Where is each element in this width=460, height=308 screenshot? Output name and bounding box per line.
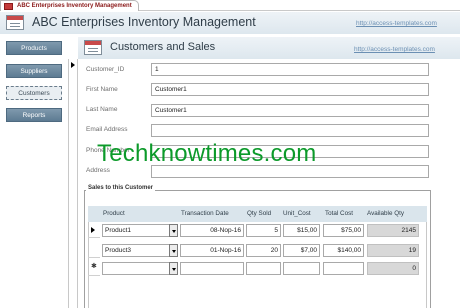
form-header: Customers and Sales http://access-templa… <box>78 37 460 59</box>
watermark-text: Techknowtimes.com <box>97 140 317 167</box>
qty-sold-cell[interactable]: 5 <box>246 224 281 237</box>
transaction-date-cell[interactable]: 01-Nop-16 <box>180 244 244 257</box>
app-form-icon <box>6 15 24 30</box>
last-name-field[interactable]: Customer1 <box>151 104 429 117</box>
nav-suppliers-button[interactable]: Suppliers <box>6 64 62 78</box>
document-tab-strip: ABC Enterprises Inventory Management <box>0 0 460 11</box>
col-header-transaction-date: Transaction Date <box>181 210 229 217</box>
transaction-date-cell[interactable] <box>180 262 244 275</box>
unit-cost-cell[interactable] <box>283 262 320 275</box>
product-dropdown-button[interactable] <box>169 262 178 275</box>
new-row-selector[interactable]: ✱ <box>88 261 100 276</box>
sales-subform-title: Sales to this Customer <box>86 185 156 191</box>
document-tab[interactable]: ABC Enterprises Inventory Management <box>0 0 139 11</box>
chevron-down-icon <box>172 268 176 271</box>
total-cost-cell[interactable]: $140,00 <box>323 244 364 257</box>
product-combo[interactable]: Product1 <box>102 224 170 237</box>
available-qty-cell: 19 <box>367 244 419 257</box>
nav-customers-button[interactable]: Customers <box>6 86 62 100</box>
new-record-icon: ✱ <box>91 263 97 270</box>
unit-cost-cell[interactable]: $15,00 <box>283 224 320 237</box>
document-tab-label: ABC Enterprises Inventory Management <box>17 3 132 9</box>
transaction-date-cell[interactable]: 08-Nop-16 <box>180 224 244 237</box>
address-label: Address <box>86 167 110 174</box>
qty-sold-cell[interactable] <box>246 262 281 275</box>
form-header-icon <box>84 40 102 55</box>
last-name-label: Last Name <box>86 106 118 113</box>
col-header-product: Product <box>103 210 125 217</box>
col-header-qty-sold: Qty Sold <box>247 210 272 217</box>
header-website-link[interactable]: http://access-templates.com <box>356 20 437 27</box>
product-combo[interactable] <box>102 262 170 275</box>
first-name-field[interactable]: Customer1 <box>151 83 429 96</box>
col-header-unit-cost: Unit_Cost <box>283 210 311 217</box>
nav-reports-button[interactable]: Reports <box>6 108 62 122</box>
product-dropdown-button[interactable] <box>169 224 178 237</box>
row-selector[interactable] <box>88 243 100 258</box>
customer-id-field[interactable]: 1 <box>151 63 429 76</box>
available-qty-cell: 2145 <box>367 224 419 237</box>
col-header-available-qty: Available Qty <box>367 210 404 217</box>
chevron-down-icon <box>172 230 176 233</box>
form-title: Customers and Sales <box>110 41 216 53</box>
current-row-arrow-icon <box>91 227 95 233</box>
sales-grid-header: Product Transaction Date Qty Sold Unit_C… <box>88 206 427 222</box>
customer-id-label: Customer_ID <box>86 66 125 73</box>
nav-products-button[interactable]: Products <box>6 41 62 55</box>
unit-cost-cell[interactable]: $7,00 <box>283 244 320 257</box>
record-selector[interactable] <box>68 59 78 308</box>
chevron-down-icon <box>172 250 176 253</box>
current-record-arrow-icon <box>71 62 75 68</box>
total-cost-cell[interactable]: $75,00 <box>323 224 364 237</box>
first-name-label: First Name <box>86 86 118 93</box>
col-header-total-cost: Total Cost <box>325 210 353 217</box>
email-field[interactable] <box>151 124 429 137</box>
qty-sold-cell[interactable]: 20 <box>246 244 281 257</box>
row-selector[interactable] <box>88 223 100 238</box>
app-title: ABC Enterprises Inventory Management <box>32 15 256 29</box>
product-dropdown-button[interactable] <box>169 244 178 257</box>
form-icon <box>4 3 13 10</box>
form-website-link[interactable]: http://access-templates.com <box>354 46 435 53</box>
product-combo[interactable]: Product3 <box>102 244 170 257</box>
app-header: ABC Enterprises Inventory Management htt… <box>0 12 460 34</box>
total-cost-cell[interactable] <box>323 262 364 275</box>
available-qty-cell: 0 <box>367 262 419 275</box>
email-label: Email Address <box>86 126 128 133</box>
